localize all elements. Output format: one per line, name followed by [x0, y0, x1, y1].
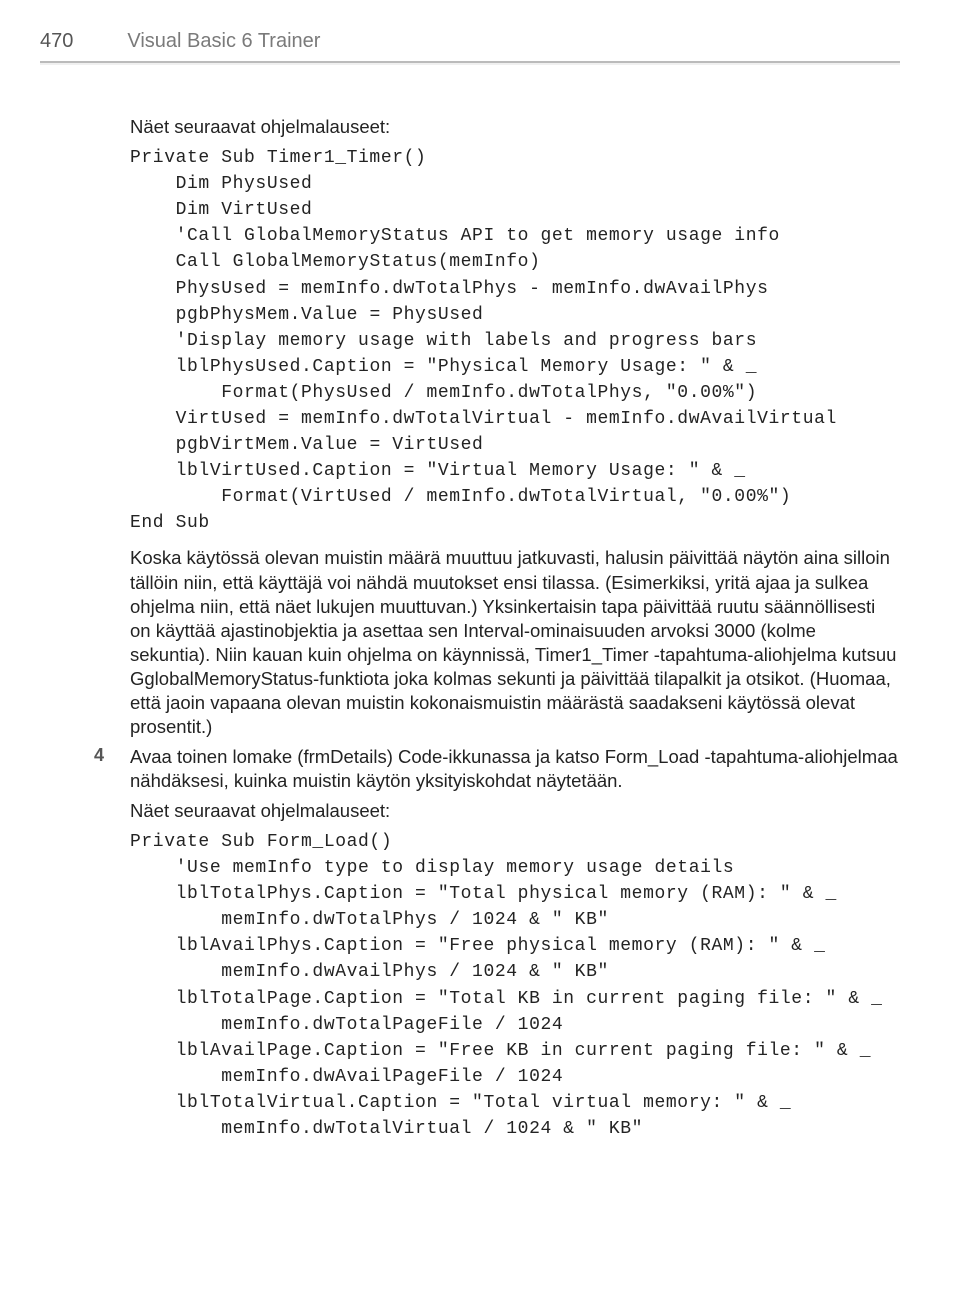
header-rule — [40, 61, 900, 65]
page-content: Näet seuraavat ohjelmalauseet: Private S… — [130, 115, 900, 1152]
step4-intro: Näet seuraavat ohjelmalauseet: — [130, 799, 900, 823]
section1-paragraph: Koska käytössä olevan muistin määrä muut… — [130, 546, 900, 738]
page-header: 470 Visual Basic 6 Trainer — [40, 30, 900, 61]
page-number: 470 — [40, 30, 73, 53]
step4-instruction: Avaa toinen lomake (frmDetails) Code-ikk… — [130, 745, 900, 793]
step-number: 4 — [82, 745, 104, 1152]
step-4: 4 Avaa toinen lomake (frmDetails) Code-i… — [82, 745, 900, 1152]
code-block-timer: Private Sub Timer1_Timer() Dim PhysUsed … — [130, 145, 900, 536]
code-block-formload: Private Sub Form_Load() 'Use memInfo typ… — [130, 829, 900, 1142]
header-title: Visual Basic 6 Trainer — [127, 30, 320, 53]
section1-intro: Näet seuraavat ohjelmalauseet: — [130, 115, 900, 139]
